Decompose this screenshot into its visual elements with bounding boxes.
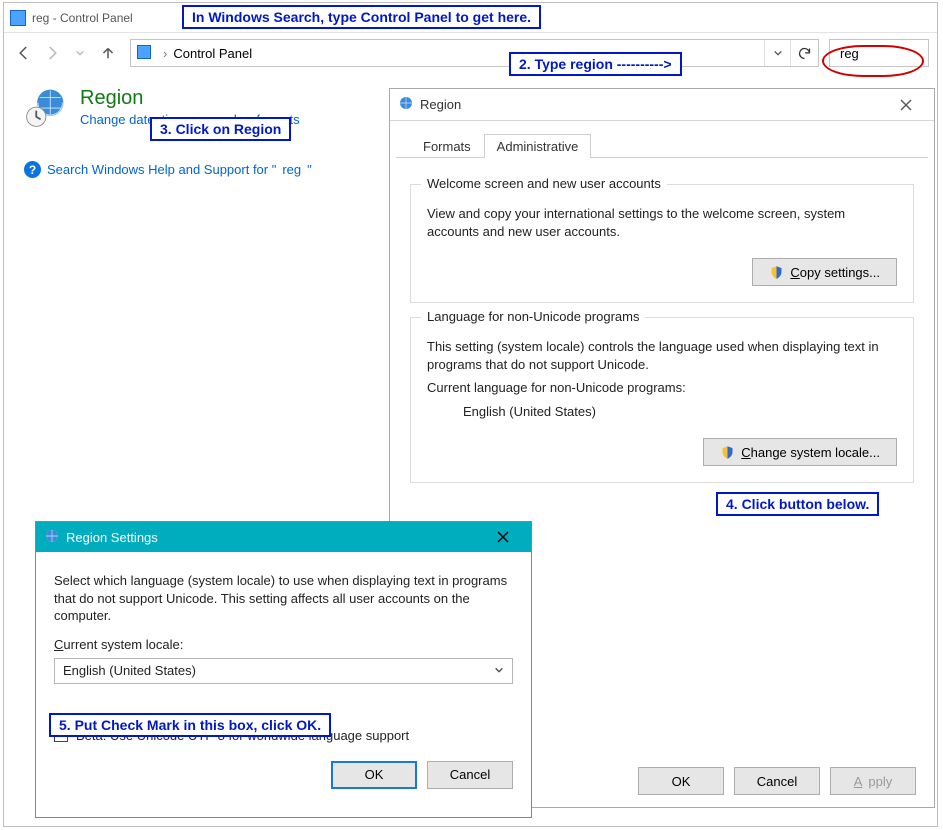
copy-settings-u: C [790, 265, 799, 280]
forward-button[interactable] [40, 41, 64, 65]
group-welcome-legend: Welcome screen and new user accounts [421, 176, 667, 191]
region-settings-title: Region Settings [66, 530, 158, 545]
system-locale-select[interactable]: English (United States) [54, 658, 513, 684]
copy-settings-button[interactable]: Copy settings... [752, 258, 897, 286]
region-settings-intro: Select which language (system locale) to… [54, 572, 513, 625]
address-bar[interactable]: › Control Panel [130, 39, 819, 67]
shield-icon [720, 445, 735, 460]
annotation-hint-1: In Windows Search, type Control Panel to… [182, 5, 541, 29]
shield-icon [769, 265, 784, 280]
up-button[interactable] [96, 41, 120, 65]
search-box[interactable] [829, 39, 929, 67]
window-title: reg - Control Panel [32, 11, 133, 25]
annotation-hint-3: 3. Click on Region [150, 117, 291, 141]
refresh-button[interactable] [790, 40, 818, 66]
help-icon: ? [24, 161, 41, 178]
help-text-prefix: Search Windows Help and Support for " [47, 162, 276, 177]
back-button[interactable] [12, 41, 36, 65]
locale-current-label: Current language for non-Unicode program… [427, 379, 897, 397]
region-dialog-close[interactable] [886, 93, 926, 117]
locale-label-u: C [54, 637, 63, 652]
region-cancel-button[interactable]: Cancel [734, 767, 820, 795]
locale-description: This setting (system locale) controls th… [427, 338, 897, 373]
region-settings-body: Select which language (system locale) to… [36, 552, 531, 803]
region-settings-ok-button[interactable]: OK [331, 761, 417, 789]
breadcrumb[interactable]: Control Panel [167, 46, 258, 61]
region-ok-button[interactable]: OK [638, 767, 724, 795]
annotation-hint-4: 4. Click button below. [716, 492, 879, 516]
globe-small-icon [398, 95, 414, 114]
region-dialog-buttons: OK Cancel Apply [638, 767, 916, 795]
welcome-description: View and copy your international setting… [427, 205, 897, 240]
globe-clock-icon [24, 87, 66, 129]
region-settings-close[interactable] [483, 525, 523, 549]
region-settings-titlebar: Region Settings [36, 522, 531, 552]
change-locale-rest: hange system locale... [751, 445, 880, 460]
group-non-unicode-legend: Language for non-Unicode programs [421, 309, 645, 324]
region-settings-buttons: OK Cancel [54, 761, 513, 789]
region-link[interactable]: Region [80, 87, 143, 110]
annotation-hint-2: 2. Type region ----------> [509, 52, 682, 76]
tab-formats[interactable]: Formats [410, 134, 484, 158]
region-settings-dialog: Region Settings Select which language (s… [35, 521, 532, 818]
region-dialog-title: Region [420, 97, 461, 112]
annotation-hint-5: 5. Put Check Mark in this box, click OK. [49, 713, 331, 737]
region-dialog-titlebar: Region [390, 89, 934, 121]
locale-label-rest: urrent system locale: [63, 637, 183, 652]
control-panel-icon [10, 10, 26, 26]
group-non-unicode: Language for non-Unicode programs This s… [410, 317, 914, 483]
address-dropdown[interactable] [764, 40, 790, 66]
system-locale-value: English (United States) [63, 663, 196, 678]
recent-dropdown[interactable] [68, 41, 92, 65]
search-input[interactable] [838, 45, 920, 62]
group-welcome-screen: Welcome screen and new user accounts Vie… [410, 184, 914, 303]
change-locale-u: C [741, 445, 750, 460]
chevron-down-icon [494, 663, 504, 678]
locale-current-value: English (United States) [463, 403, 897, 421]
control-panel-navbar: › Control Panel [4, 33, 937, 73]
tab-administrative[interactable]: Administrative [484, 134, 592, 158]
tab-admin-content: Welcome screen and new user accounts Vie… [390, 158, 934, 495]
address-icon [131, 45, 163, 62]
change-system-locale-button[interactable]: Change system locale... [703, 438, 897, 466]
region-tabbar: Formats Administrative [396, 121, 928, 158]
region-apply-button[interactable]: Apply [830, 767, 916, 795]
copy-settings-rest: opy settings... [800, 265, 880, 280]
region-settings-cancel-button[interactable]: Cancel [427, 761, 513, 789]
help-text-term: reg [282, 162, 301, 177]
help-text-suffix: " [307, 162, 312, 177]
globe-small-icon [44, 528, 60, 547]
